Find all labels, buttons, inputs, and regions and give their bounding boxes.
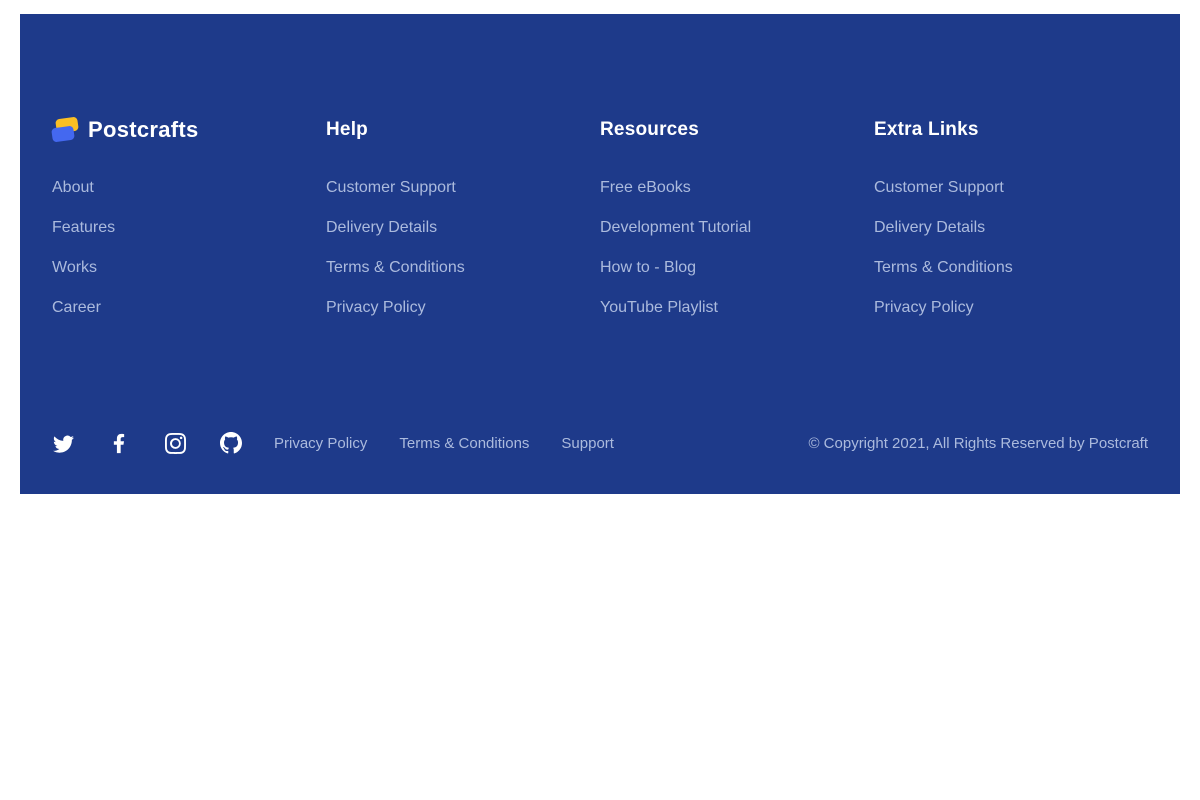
brand-logo[interactable]: Postcrafts bbox=[52, 118, 199, 142]
footer-col-brand: Postcrafts About Features Works Career bbox=[52, 118, 326, 317]
logo-blue-card bbox=[51, 125, 75, 142]
help-link-customer-support[interactable]: Customer Support bbox=[326, 179, 456, 196]
footer-link-features[interactable]: Features bbox=[52, 219, 115, 236]
footer-col-extra-links: Extra Links Customer Support Delivery De… bbox=[874, 118, 1148, 317]
footer-link-about[interactable]: About bbox=[52, 179, 94, 196]
social-links bbox=[52, 432, 242, 454]
brand-name: Postcrafts bbox=[88, 117, 199, 143]
help-link-terms-conditions[interactable]: Terms & Conditions bbox=[326, 259, 465, 276]
github-icon[interactable] bbox=[220, 432, 242, 454]
column-title-resources: Resources bbox=[600, 118, 874, 142]
footer-bottom-bar: Privacy Policy Terms & Conditions Suppor… bbox=[52, 432, 1148, 454]
resources-links: Free eBooks Development Tutorial How to … bbox=[600, 178, 874, 317]
footer-inner: Postcrafts About Features Works Career H… bbox=[20, 14, 1180, 494]
twitter-icon[interactable] bbox=[52, 432, 74, 454]
column-title-help: Help bbox=[326, 118, 600, 142]
bottom-legal-links: Privacy Policy Terms & Conditions Suppor… bbox=[274, 435, 614, 452]
extra-link-delivery-details[interactable]: Delivery Details bbox=[874, 219, 985, 236]
brand-links: About Features Works Career bbox=[52, 178, 326, 317]
resources-link-free-ebooks[interactable]: Free eBooks bbox=[600, 179, 691, 196]
facebook-icon[interactable] bbox=[108, 432, 130, 454]
footer-link-works[interactable]: Works bbox=[52, 259, 97, 276]
extra-link-privacy-policy[interactable]: Privacy Policy bbox=[874, 299, 974, 316]
extra-link-customer-support[interactable]: Customer Support bbox=[874, 179, 1004, 196]
footer-link-career[interactable]: Career bbox=[52, 299, 101, 316]
copyright-text: © Copyright 2021, All Rights Reserved by… bbox=[808, 435, 1148, 452]
resources-link-how-to-blog[interactable]: How to - Blog bbox=[600, 259, 696, 276]
bottom-link-privacy-policy[interactable]: Privacy Policy bbox=[274, 435, 367, 452]
bottom-link-support[interactable]: Support bbox=[561, 435, 614, 452]
column-title-extra-links: Extra Links bbox=[874, 118, 1148, 142]
footer-col-resources: Resources Free eBooks Development Tutori… bbox=[600, 118, 874, 317]
extra-links: Customer Support Delivery Details Terms … bbox=[874, 178, 1148, 317]
footer: Postcrafts About Features Works Career H… bbox=[20, 14, 1180, 494]
help-links: Customer Support Delivery Details Terms … bbox=[326, 178, 600, 317]
bottom-link-terms-conditions[interactable]: Terms & Conditions bbox=[399, 435, 529, 452]
footer-col-help: Help Customer Support Delivery Details T… bbox=[326, 118, 600, 317]
extra-link-terms-conditions[interactable]: Terms & Conditions bbox=[874, 259, 1013, 276]
help-link-privacy-policy[interactable]: Privacy Policy bbox=[326, 299, 426, 316]
instagram-icon[interactable] bbox=[164, 432, 186, 454]
postcrafts-logo-icon bbox=[52, 117, 79, 144]
resources-link-youtube-playlist[interactable]: YouTube Playlist bbox=[600, 299, 718, 316]
help-link-delivery-details[interactable]: Delivery Details bbox=[326, 219, 437, 236]
resources-link-development-tutorial[interactable]: Development Tutorial bbox=[600, 219, 751, 236]
footer-columns: Postcrafts About Features Works Career H… bbox=[52, 118, 1148, 317]
